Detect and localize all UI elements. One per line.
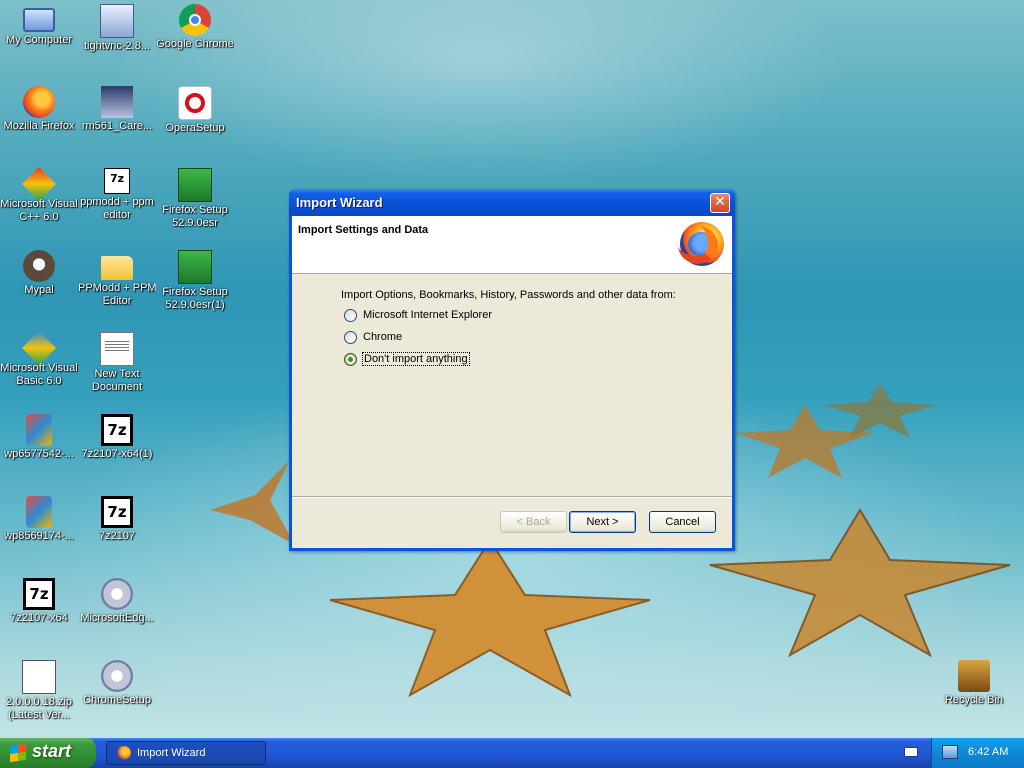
desktop-icon-visual-basic[interactable]: Microsoft Visual Basic 6.0 bbox=[0, 331, 78, 388]
wizard-body: Import Options, Bookmarks, History, Pass… bbox=[292, 274, 732, 496]
opera-icon bbox=[178, 86, 212, 120]
desktop-icon-ppmodd-folder[interactable]: PPModd + PPM Editor bbox=[78, 250, 156, 308]
network-icon[interactable] bbox=[942, 745, 958, 759]
desktop-icon-firefox-setup[interactable]: Firefox Setup 52.9.0esr bbox=[156, 168, 234, 230]
recycle-bin-icon bbox=[958, 660, 990, 692]
dialog-client: Import Settings and Data Import Options,… bbox=[292, 216, 732, 548]
desktop-icon-my-computer[interactable]: My Computer bbox=[0, 4, 78, 47]
option-label: Microsoft Internet Explorer bbox=[363, 309, 492, 321]
radio-button[interactable] bbox=[344, 308, 357, 322]
option-label: Don't import anything bbox=[362, 352, 470, 366]
cancel-button[interactable]: Cancel bbox=[649, 511, 716, 533]
system-tray: 6:42 AM bbox=[931, 738, 1024, 768]
desktop-icon-mozilla-firefox[interactable]: Mozilla Firefox bbox=[0, 86, 78, 133]
7zip-icon: 7z bbox=[101, 414, 133, 446]
taskbar: start Import Wizard 6:42 AM bbox=[0, 738, 1024, 768]
import-wizard-dialog: Import Wizard ✕ Import Settings and Data… bbox=[289, 189, 735, 551]
close-icon: ✕ bbox=[714, 194, 726, 210]
computer-icon bbox=[23, 8, 55, 32]
text-document-icon bbox=[100, 332, 134, 366]
chrome-icon bbox=[179, 4, 211, 36]
desktop-icon-mypal[interactable]: Mypal bbox=[0, 250, 78, 297]
taskbar-item-import-wizard[interactable]: Import Wizard bbox=[106, 741, 266, 765]
desktop-icon-new-text-document[interactable]: New Text Document bbox=[78, 332, 156, 394]
firefox-icon bbox=[23, 86, 55, 118]
desktop-icon-recycle-bin[interactable]: Recycle Bin bbox=[935, 660, 1013, 707]
keyboard-icon[interactable] bbox=[904, 747, 918, 757]
option-label: Chrome bbox=[363, 331, 403, 343]
desktop-icon-zip-file[interactable]: 2.0.0.0.18.zip (Latest Ver... bbox=[0, 660, 78, 722]
start-button[interactable]: start bbox=[0, 738, 96, 768]
visual-studio-icon bbox=[22, 167, 56, 201]
starfish-decoration bbox=[329, 538, 651, 698]
next-button[interactable]: Next > bbox=[569, 511, 636, 533]
firefox-logo-icon bbox=[678, 222, 724, 266]
zip-file-icon bbox=[22, 660, 56, 694]
wizard-header: Import Settings and Data bbox=[292, 216, 732, 274]
start-label: start bbox=[32, 741, 72, 761]
folder-icon bbox=[101, 256, 133, 280]
7zip-icon: 7z bbox=[101, 496, 133, 528]
starfish-decoration bbox=[709, 508, 1011, 658]
image-file-icon bbox=[26, 414, 52, 446]
desktop-icon-ppmodd-editor[interactable]: 7z ppmodd + ppm editor bbox=[78, 168, 156, 222]
desktop-icon-firefox-setup-1[interactable]: Firefox Setup 52.9.0esr(1) bbox=[156, 250, 234, 312]
option-dont-import[interactable]: Don't import anything bbox=[344, 351, 470, 367]
installer-icon bbox=[100, 4, 134, 38]
button-divider bbox=[292, 496, 732, 498]
clock[interactable]: 6:42 AM bbox=[968, 746, 1008, 758]
close-button[interactable]: ✕ bbox=[710, 193, 730, 213]
desktop-icon-7z2107-x64[interactable]: 7z 7z2107-x64 bbox=[0, 578, 78, 625]
desktop-icon-visual-cpp[interactable]: Microsoft Visual C++ 6.0 bbox=[0, 167, 78, 224]
desktop-icon-google-chrome[interactable]: Google Chrome bbox=[156, 4, 234, 51]
visual-basic-icon bbox=[22, 331, 56, 365]
7zip-icon: 7z bbox=[23, 578, 55, 610]
desktop-icon-wp6577542[interactable]: wp6577542-... bbox=[0, 414, 78, 461]
dialog-titlebar[interactable]: Import Wizard ✕ bbox=[289, 189, 735, 216]
import-prompt: Import Options, Bookmarks, History, Pass… bbox=[341, 289, 676, 301]
desktop-icon-7z2107-x64-1[interactable]: 7z 7z2107-x64(1) bbox=[78, 414, 156, 461]
installer-cd-icon bbox=[101, 578, 133, 610]
radio-button[interactable] bbox=[344, 330, 357, 344]
radio-button-selected[interactable] bbox=[344, 352, 357, 366]
desktop-icon-tightvnc[interactable]: tightvnc-2.8... bbox=[78, 4, 156, 53]
archive-icon: 7z bbox=[104, 168, 130, 194]
desktop-icon-microsoft-edge-setup[interactable]: MicrosoftEdg... bbox=[78, 578, 156, 625]
firefox-icon bbox=[117, 746, 131, 760]
desktop-icon-chrome-setup[interactable]: ChromeSetup bbox=[78, 660, 156, 707]
option-chrome[interactable]: Chrome bbox=[344, 329, 402, 345]
setup-icon bbox=[178, 168, 212, 202]
option-internet-explorer[interactable]: Microsoft Internet Explorer bbox=[344, 307, 492, 323]
back-button[interactable]: < Back bbox=[500, 511, 567, 533]
desktop-icon-opera-setup[interactable]: OperaSetup bbox=[156, 86, 234, 135]
desktop-icon-rm561[interactable]: rm561_Care... bbox=[78, 86, 156, 133]
desktop-icon-7z2107[interactable]: 7z 7z2107 bbox=[78, 496, 156, 543]
app-icon bbox=[101, 86, 133, 118]
dialog-title: Import Wizard bbox=[296, 195, 383, 210]
wizard-page-title: Import Settings and Data bbox=[298, 224, 429, 236]
setup-icon bbox=[178, 250, 212, 284]
installer-cd-icon bbox=[101, 660, 133, 692]
taskbar-item-label: Import Wizard bbox=[137, 747, 206, 759]
starfish-decoration bbox=[824, 384, 936, 438]
windows-flag-icon bbox=[10, 743, 26, 763]
mypal-icon bbox=[23, 250, 55, 282]
image-file-icon bbox=[26, 496, 52, 528]
desktop-icon-wp8569174[interactable]: wp8569174-... bbox=[0, 496, 78, 543]
starfish-decoration bbox=[210, 460, 295, 545]
